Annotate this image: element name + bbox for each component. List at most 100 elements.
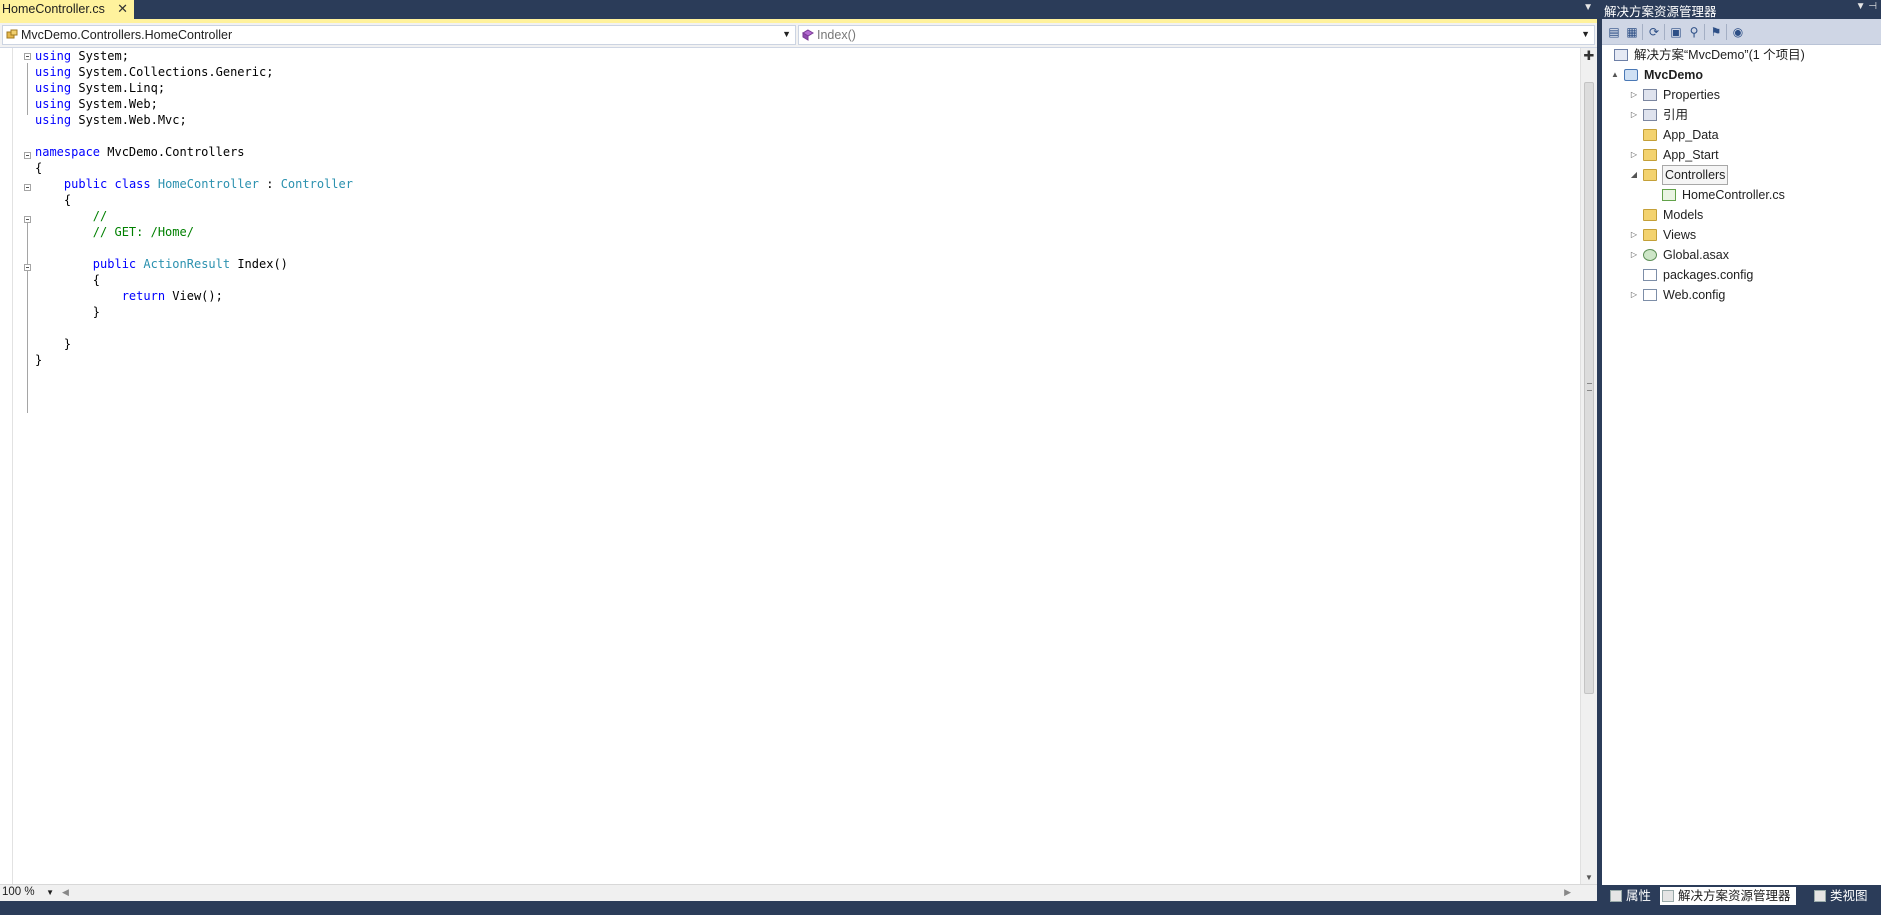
vertical-scrollbar[interactable]: ✚ ▼ bbox=[1580, 48, 1597, 884]
code-token: System.Web.Mvc; bbox=[71, 113, 187, 127]
folder-icon bbox=[1643, 149, 1657, 161]
code-line: public ActionResult Index() bbox=[35, 256, 288, 272]
code-token: } bbox=[35, 353, 43, 367]
document-tab-homecontroller[interactable]: HomeController.cs ✕ bbox=[0, 0, 134, 19]
tree-item-label: Web.config bbox=[1663, 288, 1726, 302]
tree-item-label: Global.asax bbox=[1663, 248, 1730, 262]
class-diagram-icon[interactable]: ⚲ bbox=[1686, 24, 1702, 40]
web-config-icon[interactable]: ◉ bbox=[1730, 24, 1746, 40]
class-view-tab-icon bbox=[1814, 890, 1826, 902]
global-asax-icon bbox=[1643, 249, 1657, 261]
collapse-method-icon[interactable] bbox=[24, 264, 31, 271]
code-line: using System.Web.Mvc; bbox=[35, 112, 187, 128]
tree-item[interactable]: App_Data bbox=[1602, 126, 1881, 144]
show-all-files-icon[interactable]: ▤ bbox=[1606, 24, 1622, 40]
code-token: HomeController bbox=[157, 177, 260, 191]
member-dropdown-value: Index() bbox=[817, 28, 856, 42]
tab-properties[interactable]: 属性 bbox=[1608, 887, 1660, 905]
tree-expander-icon[interactable]: ▷ bbox=[1629, 146, 1639, 164]
folder-open-icon bbox=[1643, 169, 1657, 181]
tree-item[interactable]: ▷ App_Start bbox=[1602, 146, 1881, 164]
code-token: return bbox=[121, 289, 166, 303]
code-token: // bbox=[92, 209, 108, 223]
tab-solution-explorer[interactable]: 解决方案资源管理器 bbox=[1660, 887, 1796, 905]
code-line: { bbox=[35, 192, 71, 208]
code-token: namespace bbox=[35, 145, 101, 159]
split-window-icon[interactable]: ✚ bbox=[1583, 49, 1595, 62]
properties-folder-icon bbox=[1643, 89, 1657, 101]
tree-expander-icon[interactable]: ▷ bbox=[1629, 106, 1639, 124]
zoom-dropdown[interactable]: 100 % ▼ bbox=[0, 886, 56, 901]
tree-item[interactable]: ◢ Controllers bbox=[1602, 165, 1881, 185]
nested-related-files-icon[interactable]: ⚑ bbox=[1708, 24, 1724, 40]
scroll-left-icon[interactable]: ◀ bbox=[62, 887, 69, 898]
tree-item[interactable]: ▷ 引用 bbox=[1602, 106, 1881, 124]
code-token: using bbox=[35, 65, 72, 79]
collapse-using-block-icon[interactable] bbox=[24, 53, 31, 60]
code-line: } bbox=[35, 304, 100, 320]
collapse-namespace-icon[interactable] bbox=[24, 152, 31, 159]
scrollbar-thumb[interactable] bbox=[1584, 82, 1594, 694]
code-token: Controller bbox=[280, 177, 353, 191]
collapse-comment-icon[interactable] bbox=[24, 216, 31, 223]
tab-overflow-dropdown-icon[interactable]: ▼ bbox=[1583, 2, 1593, 13]
code-line: public class HomeController : Controller bbox=[35, 176, 353, 192]
code-line: { bbox=[35, 272, 100, 288]
tree-item[interactable]: ▷ Properties bbox=[1602, 86, 1881, 104]
tree-expander-icon[interactable]: ▷ bbox=[1629, 86, 1639, 104]
tree-item[interactable]: HomeController.cs bbox=[1602, 186, 1881, 204]
code-token: View(); bbox=[165, 289, 223, 303]
code-token: { bbox=[35, 193, 72, 207]
solution-explorer-panel: 解决方案资源管理器 ▼ ⊣ ▤ ▦ ⟳ ▣ ⚲ ⚑ ◉ 解决方案“MvcDemo… bbox=[1602, 0, 1881, 915]
refresh-icon[interactable]: ⟳ bbox=[1646, 24, 1662, 40]
tab-class-view[interactable]: 类视图 bbox=[1812, 887, 1878, 905]
tree-item[interactable]: ▷ Global.asax bbox=[1602, 246, 1881, 264]
code-editor[interactable]: using System; using System.Collections.Ge… bbox=[0, 48, 1580, 884]
properties-icon[interactable]: ▦ bbox=[1624, 24, 1640, 40]
tree-item[interactable]: ▲ MvcDemo bbox=[1602, 66, 1881, 84]
folder-icon bbox=[1643, 209, 1657, 221]
code-token: System.Linq; bbox=[71, 81, 166, 95]
project-icon bbox=[1624, 69, 1638, 81]
document-tab-title: HomeController.cs bbox=[2, 2, 105, 16]
tree-item-label: MvcDemo bbox=[1644, 68, 1704, 82]
code-token: ActionResult bbox=[143, 257, 231, 271]
type-dropdown[interactable]: MvcDemo.Controllers.HomeController ▼ bbox=[2, 25, 796, 45]
tree-item[interactable]: ▷ Views bbox=[1602, 226, 1881, 244]
tree-item[interactable]: 解决方案“MvcDemo”(1 个项目) bbox=[1602, 46, 1881, 64]
tree-item[interactable]: Models bbox=[1602, 206, 1881, 224]
tab-label: 类视图 bbox=[1830, 889, 1868, 903]
tree-item[interactable]: ▷ Web.config bbox=[1602, 286, 1881, 304]
folder-icon bbox=[1643, 229, 1657, 241]
scroll-down-icon[interactable]: ▼ bbox=[1585, 873, 1593, 882]
panel-title: 解决方案资源管理器 bbox=[1604, 5, 1717, 19]
document-tab-strip: HomeController.cs ✕ ▼ bbox=[0, 0, 1597, 19]
tree-expander-icon[interactable]: ▲ bbox=[1610, 66, 1620, 84]
outline-line bbox=[27, 325, 28, 387]
code-token: System.Web; bbox=[71, 97, 158, 111]
editor-pane: HomeController.cs ✕ ▼ MvcDemo.Controller… bbox=[0, 0, 1597, 901]
tree-item[interactable]: packages.config bbox=[1602, 266, 1881, 284]
tree-expander-icon[interactable]: ◢ bbox=[1629, 166, 1639, 184]
panel-options-icon[interactable]: ▼ ⊣ bbox=[1856, 1, 1877, 12]
tree-expander-icon[interactable]: ▷ bbox=[1629, 286, 1639, 304]
solution-tab-icon bbox=[1662, 890, 1674, 902]
tree-expander-icon[interactable]: ▷ bbox=[1629, 226, 1639, 244]
member-dropdown[interactable]: Index() ▼ bbox=[798, 25, 1595, 45]
tab-label: 解决方案资源管理器 bbox=[1678, 889, 1791, 903]
scroll-right-icon[interactable]: ▶ bbox=[1564, 887, 1571, 898]
view-code-icon[interactable]: ▣ bbox=[1668, 24, 1684, 40]
code-line: // bbox=[35, 208, 107, 224]
tree-item-label: 引用 bbox=[1663, 108, 1689, 122]
code-token: using bbox=[35, 113, 72, 127]
outline-line bbox=[27, 63, 28, 115]
close-tab-icon[interactable]: ✕ bbox=[117, 1, 128, 17]
collapse-class-icon[interactable] bbox=[24, 184, 31, 191]
tree-expander-icon[interactable]: ▷ bbox=[1629, 246, 1639, 264]
type-dropdown-value: MvcDemo.Controllers.HomeController bbox=[21, 28, 233, 42]
outline-line bbox=[27, 271, 28, 333]
tree-item-label: App_Start bbox=[1663, 148, 1719, 162]
